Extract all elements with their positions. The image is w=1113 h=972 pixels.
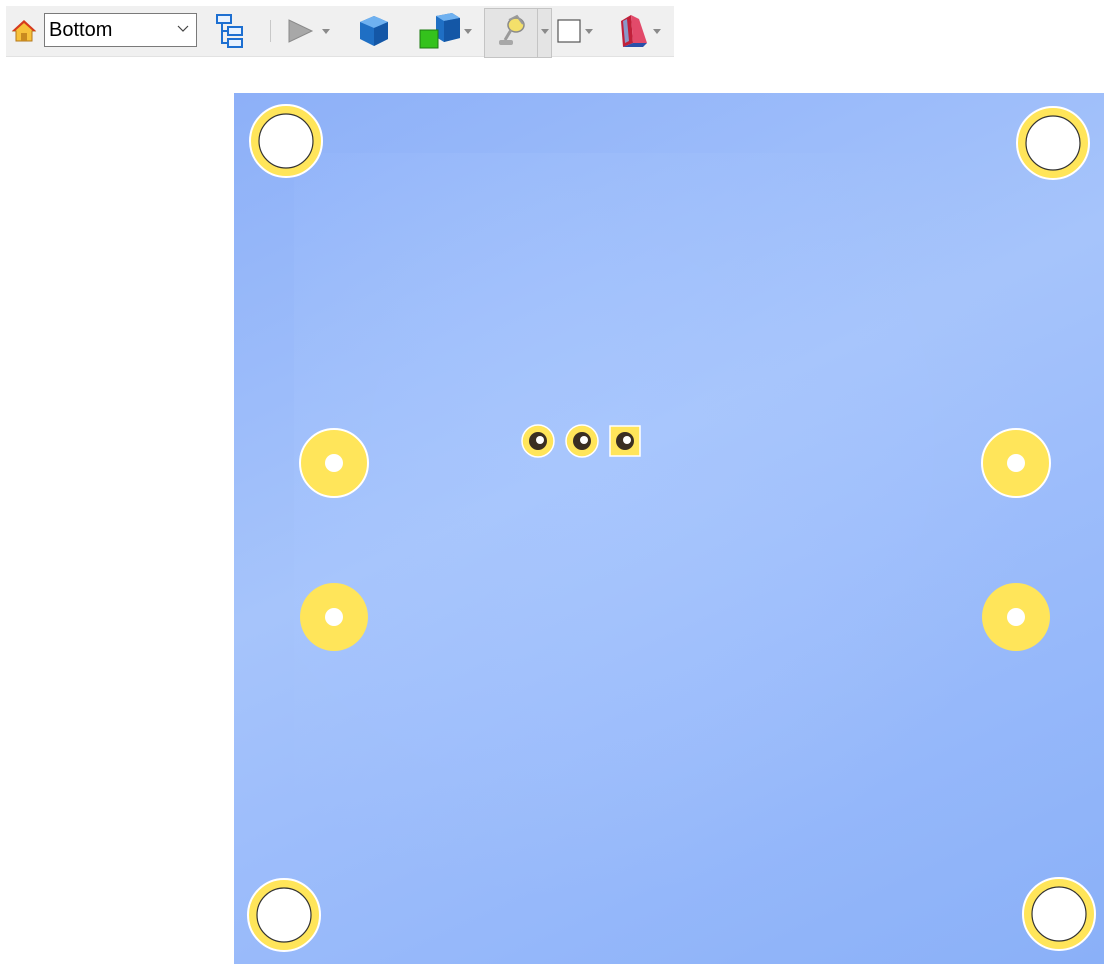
mounting-hole-bottom-right	[1022, 877, 1096, 951]
board-shading	[294, 153, 1044, 904]
material-button[interactable]	[602, 6, 674, 56]
mounting-hole-top-left	[249, 104, 323, 178]
pcb-board-view[interactable]	[234, 93, 1104, 964]
toolbar-separator	[270, 20, 271, 42]
frame-icon	[557, 19, 581, 43]
frame-button[interactable]	[554, 6, 598, 56]
tree-hierarchy-icon	[216, 14, 243, 48]
chevron-down-icon	[585, 29, 593, 34]
chevron-down-icon	[322, 29, 330, 34]
lamp-icon	[499, 14, 525, 45]
play-button[interactable]	[280, 6, 338, 56]
solid-view-button[interactable]	[350, 6, 398, 56]
lighting-button[interactable]	[488, 6, 536, 56]
view-select[interactable]: Bottom	[44, 13, 197, 47]
chevron-down-icon	[541, 29, 549, 34]
mounting-hole-bottom-left	[247, 878, 321, 952]
chevron-down-icon	[653, 29, 661, 34]
chevron-down-icon	[464, 29, 472, 34]
material-icon	[621, 15, 647, 47]
view-toolbar: Bottom	[6, 6, 674, 58]
chevron-down-icon	[177, 25, 189, 32]
home-view-button[interactable]	[6, 6, 42, 56]
header-pin-3-square	[609, 425, 641, 457]
mounting-hole-top-right	[1016, 106, 1090, 180]
boxes-icon	[419, 13, 460, 49]
cube-icon	[360, 16, 388, 46]
display-mode-button[interactable]	[410, 6, 478, 56]
side-pad-left-upper	[299, 428, 369, 498]
header-pin-2	[565, 424, 599, 458]
play-icon	[288, 19, 314, 43]
home-icon	[11, 20, 37, 42]
view-select-value: Bottom	[49, 19, 113, 41]
tree-view-button[interactable]	[210, 6, 250, 56]
side-pad-right-upper	[981, 428, 1051, 498]
side-pad-left-lower	[300, 583, 368, 651]
lighting-dropdown[interactable]	[538, 6, 552, 56]
header-pin-1	[521, 424, 555, 458]
side-pad-right-lower	[982, 583, 1050, 651]
